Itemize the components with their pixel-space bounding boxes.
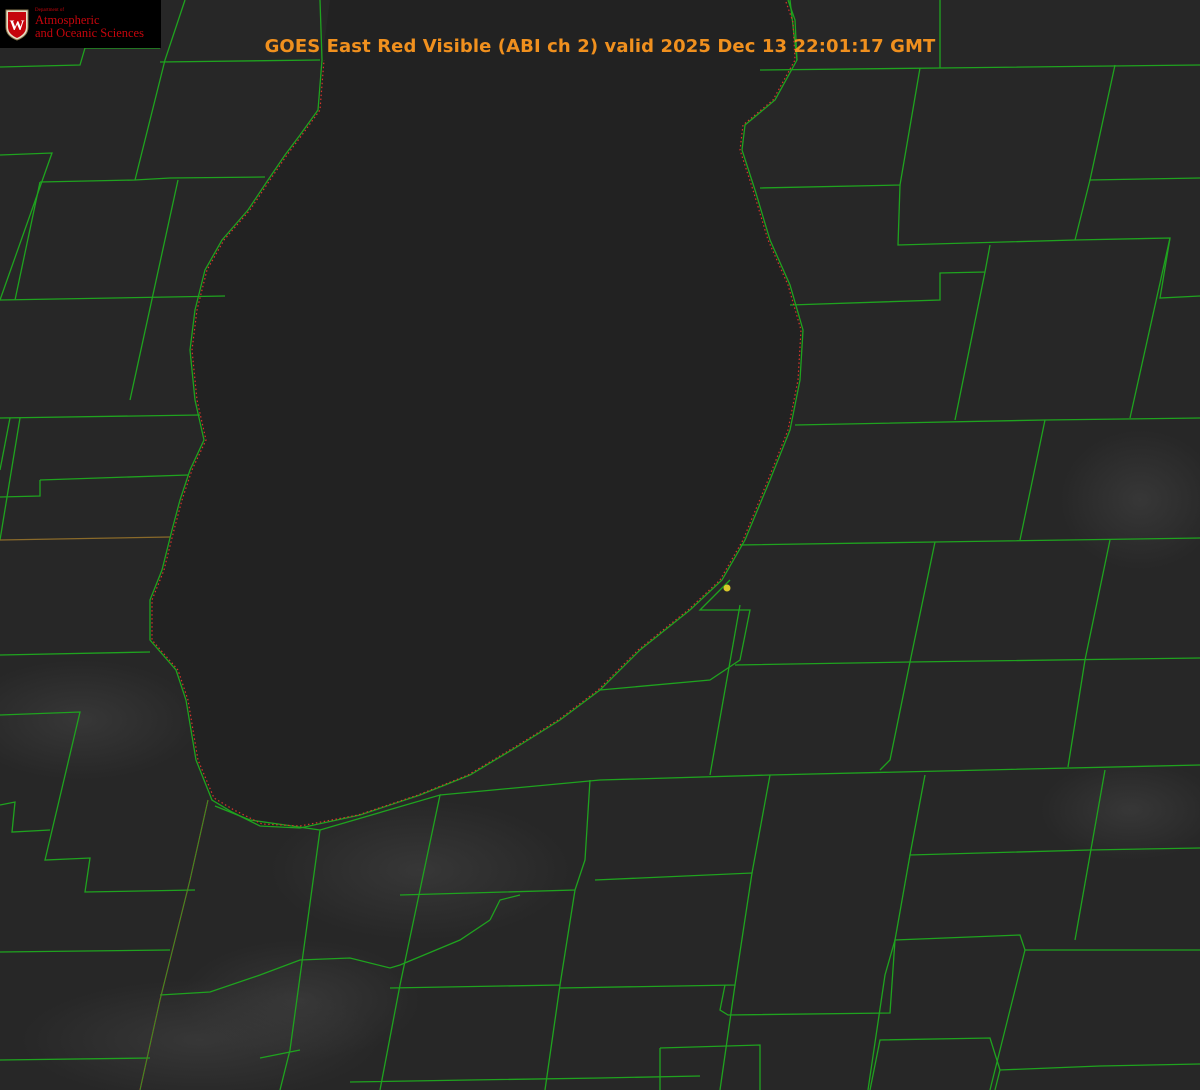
satellite-map-view: W Department of Atmospheric and Oceanic … bbox=[0, 0, 1200, 1090]
logo-line-1: Atmospheric bbox=[35, 12, 100, 27]
image-title: GOES East Red Visible (ABI ch 2) valid 2… bbox=[264, 36, 936, 57]
location-marker bbox=[723, 584, 731, 592]
svg-text:W: W bbox=[10, 18, 25, 34]
map-canvas bbox=[0, 0, 1200, 1090]
